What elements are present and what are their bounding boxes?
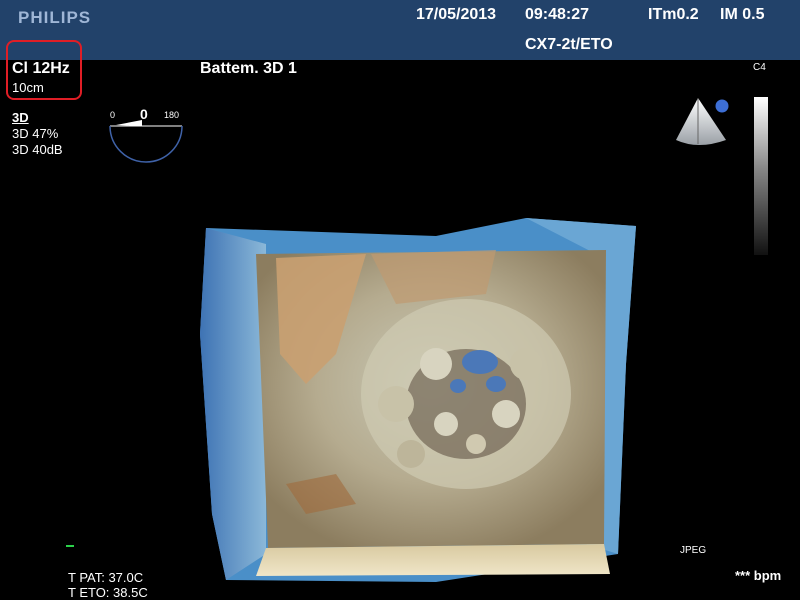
brand-logo: PHILIPS: [18, 8, 92, 27]
header-bar: PHILIPS 17/05/2013 09:48:27 ITm0.2 IM 0.…: [0, 0, 800, 60]
frequency-label: Cl 12Hz: [12, 60, 70, 77]
grayscale-map-label: C4: [753, 62, 766, 73]
exam-date: 17/05/2013: [416, 6, 497, 23]
probe-temperature: T ETO: 38.5C: [68, 585, 148, 600]
thermal-index: ITm0.2: [648, 6, 699, 23]
grayscale-bar: [754, 97, 768, 255]
mechanical-index: IM 0.5: [720, 6, 765, 23]
3d-volume-render: [200, 218, 636, 582]
rotation-arc-icon: [109, 120, 183, 163]
preset-label: Battem. 3D 1: [200, 60, 297, 77]
heart-rate: *** bpm: [735, 568, 782, 583]
exam-time: 09:48:27: [525, 6, 590, 23]
image-format-label: JPEG: [680, 545, 707, 556]
mode-percent: 3D 47%: [12, 126, 59, 141]
mode-title: 3D: [12, 110, 29, 125]
ecg-marker: [66, 545, 74, 547]
rotation-indicator: 0 0 180: [104, 106, 188, 166]
probe-name: CX7-2t/ETO: [525, 36, 613, 53]
probe-orientation-icon: [676, 98, 729, 145]
depth-label: 10cm: [12, 80, 44, 95]
mode-gain: 3D 40dB: [12, 142, 63, 157]
patient-temperature: T PAT: 37.0C: [68, 570, 144, 585]
